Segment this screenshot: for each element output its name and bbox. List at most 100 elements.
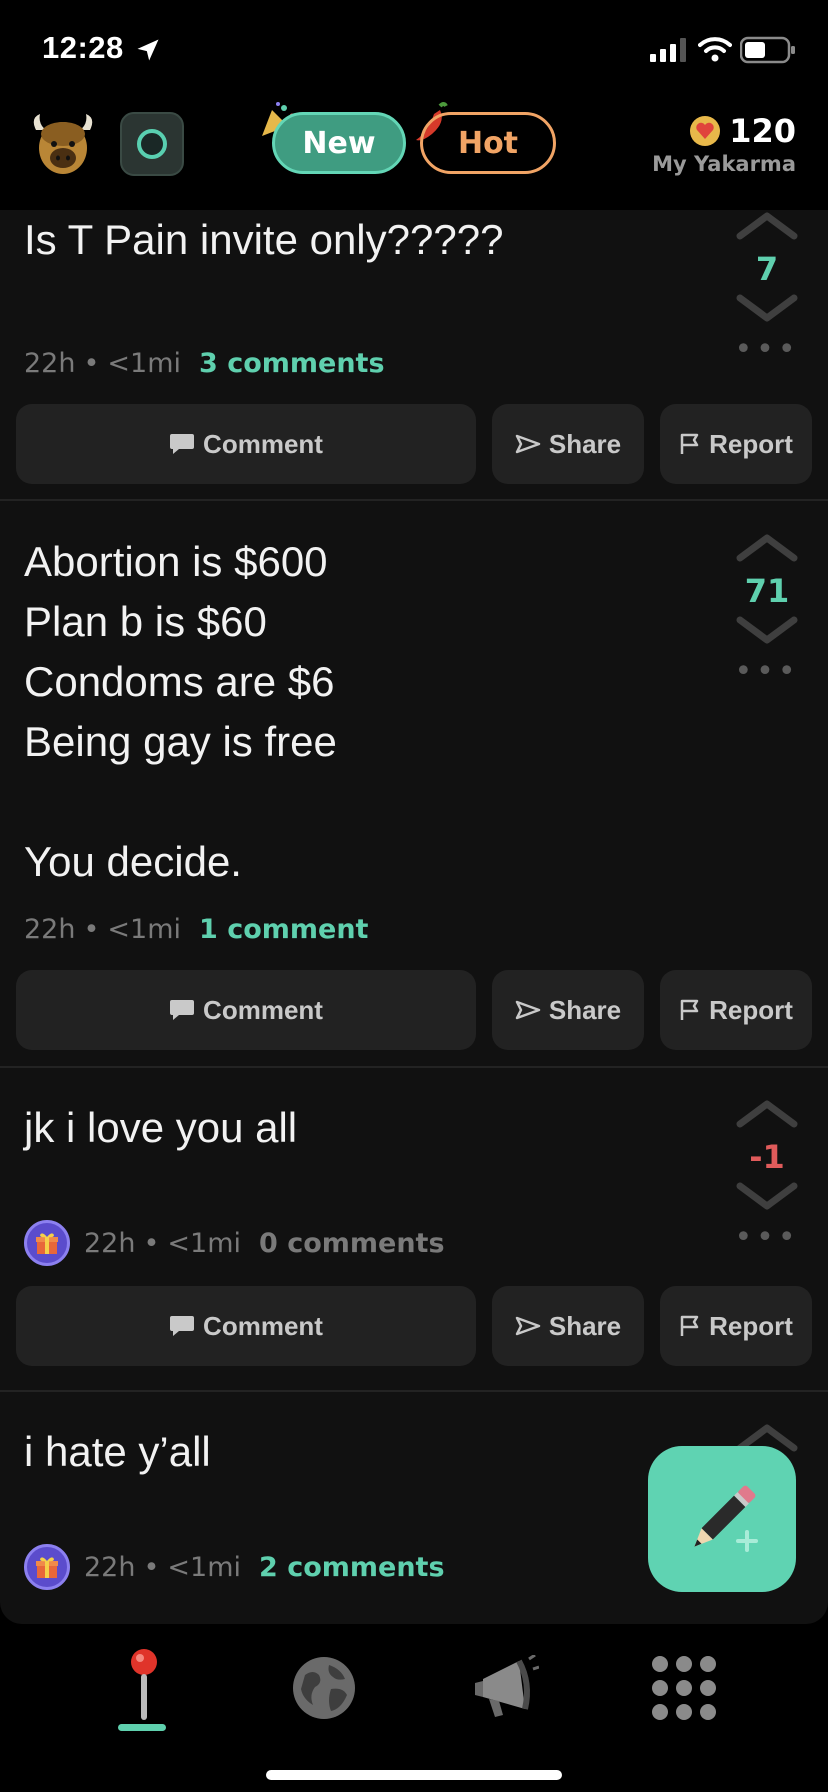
comment-bubble-icon bbox=[170, 1316, 195, 1336]
comment-button-label: Comment bbox=[203, 428, 323, 459]
battery-icon bbox=[740, 36, 795, 64]
vote-score: 7 bbox=[755, 250, 779, 288]
meta-separator: • bbox=[83, 348, 100, 379]
more-options-icon[interactable]: ••• bbox=[732, 332, 802, 367]
share-button-label: Share bbox=[548, 428, 622, 459]
post-time: 22h bbox=[84, 1227, 136, 1259]
post-meta: 22h • <1mi 0 comments bbox=[24, 1220, 445, 1266]
nav-more[interactable] bbox=[636, 1640, 732, 1736]
tab-hot[interactable]: Hot bbox=[420, 112, 556, 174]
post-distance: <1mi bbox=[167, 1227, 242, 1259]
meta-separator: • bbox=[143, 1551, 160, 1583]
upvote-icon[interactable] bbox=[734, 210, 800, 242]
more-options-icon[interactable]: ••• bbox=[732, 654, 802, 689]
community-app-icon[interactable] bbox=[120, 112, 184, 176]
share-button-label: Share bbox=[548, 1310, 622, 1341]
downvote-icon[interactable] bbox=[734, 614, 800, 648]
report-button-label: Report bbox=[709, 994, 793, 1025]
flag-icon bbox=[680, 433, 699, 454]
share-button-label: Share bbox=[548, 994, 622, 1025]
flag-icon bbox=[680, 999, 699, 1020]
comment-button-label: Comment bbox=[203, 1310, 323, 1341]
more-options-icon[interactable]: ••• bbox=[732, 1220, 802, 1255]
bottom-navigation bbox=[0, 1624, 828, 1792]
share-button[interactable]: Share bbox=[492, 970, 644, 1050]
tab-new[interactable]: New bbox=[272, 112, 406, 174]
post-distance: <1mi bbox=[107, 348, 182, 379]
nav-explore[interactable] bbox=[276, 1640, 372, 1736]
downvote-icon[interactable] bbox=[734, 292, 800, 326]
nav-home[interactable] bbox=[96, 1640, 192, 1736]
vote-control: -1 ••• bbox=[732, 1096, 802, 1255]
post-actions: Comment Share Report bbox=[16, 970, 812, 1050]
meta-separator: • bbox=[143, 1227, 160, 1259]
post-time: 22h bbox=[24, 348, 76, 379]
comment-count-link[interactable]: 2 comments bbox=[259, 1552, 445, 1583]
share-button[interactable]: Share bbox=[492, 1286, 644, 1366]
downvote-icon[interactable] bbox=[734, 1180, 800, 1214]
signal-icon bbox=[650, 38, 686, 62]
post-card[interactable]: Abortion is $600 Plan b is $60 Condoms a… bbox=[0, 532, 828, 1052]
post-meta: 22h • <1mi 3 comments bbox=[24, 348, 385, 379]
post-meta: 22h • <1mi 2 comments bbox=[24, 1544, 445, 1590]
upvote-icon[interactable] bbox=[734, 1096, 800, 1130]
comment-button[interactable]: Comment bbox=[16, 1286, 476, 1366]
post-divider bbox=[0, 1066, 828, 1068]
yak-avatar-icon[interactable] bbox=[28, 110, 98, 180]
nav-announcements[interactable] bbox=[456, 1640, 552, 1736]
heart-coin-icon bbox=[690, 116, 721, 146]
post-meta: 22h • <1mi 1 comment bbox=[24, 914, 368, 945]
comment-count-link[interactable]: 1 comment bbox=[199, 914, 368, 945]
paper-plane-icon bbox=[515, 434, 541, 454]
post-card[interactable]: jk i love you all 22h • <1mi 0 comments … bbox=[0, 1098, 828, 1398]
post-text[interactable]: Is T Pain invite only????? bbox=[24, 210, 704, 270]
comment-count-link[interactable]: 3 comments bbox=[199, 348, 385, 379]
post-distance: <1mi bbox=[167, 1551, 242, 1583]
post-card[interactable]: Is T Pain invite only????? 22h • <1mi 3 … bbox=[0, 210, 828, 500]
comment-button[interactable]: Comment bbox=[16, 970, 476, 1050]
comment-button-label: Comment bbox=[203, 994, 323, 1025]
new-post-button[interactable] bbox=[648, 1446, 796, 1592]
post-divider bbox=[0, 499, 828, 501]
report-button[interactable]: Report bbox=[660, 970, 812, 1050]
joystick-pin-icon bbox=[131, 1649, 157, 1720]
post-feed[interactable]: Is T Pain invite only????? 22h • <1mi 3 … bbox=[0, 210, 828, 1624]
comment-button[interactable]: Comment bbox=[16, 404, 476, 484]
location-arrow-icon bbox=[137, 39, 159, 61]
paper-plane-icon bbox=[515, 1316, 541, 1336]
gift-avatar-icon[interactable] bbox=[24, 1544, 70, 1590]
flag-icon bbox=[680, 1315, 699, 1336]
gift-avatar-icon[interactable] bbox=[24, 1220, 70, 1266]
comment-bubble-icon bbox=[170, 1000, 195, 1020]
post-time: 22h bbox=[84, 1551, 136, 1583]
comment-bubble-icon bbox=[170, 434, 195, 454]
post-actions: Comment Share Report bbox=[16, 1286, 812, 1366]
globe-icon bbox=[293, 1657, 355, 1719]
post-text[interactable]: jk i love you all bbox=[24, 1098, 704, 1158]
pencil-plus-icon bbox=[694, 1485, 758, 1552]
post-text[interactable]: i hate y’all bbox=[24, 1422, 704, 1482]
status-bar: 12:28 bbox=[0, 0, 828, 100]
karma-display[interactable]: 120 My Yakarma bbox=[652, 112, 796, 176]
megaphone-icon bbox=[475, 1655, 539, 1717]
vote-score: 71 bbox=[744, 572, 790, 610]
active-tab-indicator bbox=[118, 1724, 166, 1731]
ring-icon bbox=[137, 129, 167, 159]
post-actions: Comment Share Report bbox=[16, 404, 812, 484]
top-header: New Hot 120 My Yakarma bbox=[0, 100, 828, 210]
report-button[interactable]: Report bbox=[660, 1286, 812, 1366]
report-button-label: Report bbox=[709, 1310, 793, 1341]
post-text[interactable]: Abortion is $600 Plan b is $60 Condoms a… bbox=[24, 532, 704, 892]
share-button[interactable]: Share bbox=[492, 404, 644, 484]
post-distance: <1mi bbox=[107, 914, 182, 945]
post-divider bbox=[0, 1390, 828, 1392]
status-time: 12:28 bbox=[42, 30, 124, 65]
meta-separator: • bbox=[83, 914, 100, 945]
report-button-label: Report bbox=[709, 428, 793, 459]
home-indicator[interactable] bbox=[266, 1770, 562, 1780]
upvote-icon[interactable] bbox=[734, 530, 800, 564]
karma-label: My Yakarma bbox=[652, 152, 796, 176]
report-button[interactable]: Report bbox=[660, 404, 812, 484]
comment-count-link[interactable]: 0 comments bbox=[259, 1228, 445, 1259]
vote-score: -1 bbox=[749, 1138, 785, 1176]
